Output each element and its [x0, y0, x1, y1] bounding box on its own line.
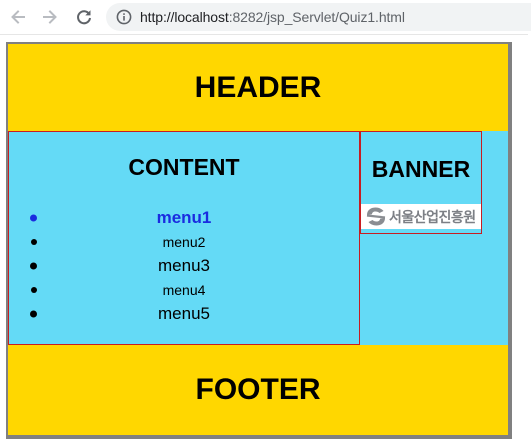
content-section: CONTENT menu1 menu2 menu3 menu4 menu5: [8, 131, 360, 345]
banner-title: BANNER: [371, 156, 471, 182]
bullet-icon: [31, 287, 37, 293]
banner-box: BANNER 서울산업진흥원: [360, 131, 482, 234]
banner-logo-text: 서울산업진흥원: [389, 210, 476, 226]
content-title: CONTENT: [128, 154, 240, 180]
sba-logo-icon: [366, 207, 386, 226]
bullet-icon: [31, 239, 37, 245]
menu-item-menu5[interactable]: menu5: [9, 302, 359, 326]
forward-button[interactable]: [38, 5, 62, 29]
reload-icon: [77, 10, 91, 25]
menu-item-menu1[interactable]: menu1: [9, 206, 359, 230]
menu-item-menu3[interactable]: menu3: [9, 254, 359, 278]
bullet-icon: [30, 214, 37, 222]
menu-item-menu2[interactable]: menu2: [9, 230, 359, 254]
banner-column: BANNER 서울산업진흥원: [360, 131, 508, 345]
back-button[interactable]: [6, 5, 30, 29]
url-text[interactable]: http://localhost:8282/jsp_Servlet/Quiz1.…: [140, 9, 405, 25]
browser-toolbar: http://localhost:8282/jsp_Servlet/Quiz1.…: [0, 0, 531, 35]
menu-item-label: menu4: [162, 282, 206, 298]
menu-item-label: menu3: [158, 256, 210, 275]
menu-list: menu1 menu2 menu3 menu4 menu5: [9, 206, 359, 326]
arrow-right-icon: [43, 10, 57, 24]
info-circle-icon[interactable]: [116, 9, 132, 25]
menu-item-label: menu5: [158, 304, 210, 323]
menu-item-label: menu1: [156, 208, 212, 227]
url-host: http://localhost: [140, 9, 229, 25]
page-footer: FOOTER: [8, 345, 508, 435]
address-bar[interactable]: http://localhost:8282/jsp_Servlet/Quiz1.…: [106, 3, 531, 31]
bullet-icon: [30, 310, 37, 318]
banner-logo-image[interactable]: 서울산업진흥원: [361, 204, 481, 229]
bullet-icon: [30, 262, 37, 270]
url-path: :8282/jsp_Servlet/Quiz1.html: [228, 9, 405, 25]
menu-item-label: menu2: [162, 234, 206, 250]
page-header: HEADER: [8, 44, 508, 131]
menu-item-menu4[interactable]: menu4: [9, 278, 359, 302]
reload-button[interactable]: [72, 5, 96, 29]
arrow-left-icon: [11, 10, 25, 24]
page-frame: HEADER CONTENT menu1 menu2 menu3 menu4 m…: [6, 42, 512, 439]
